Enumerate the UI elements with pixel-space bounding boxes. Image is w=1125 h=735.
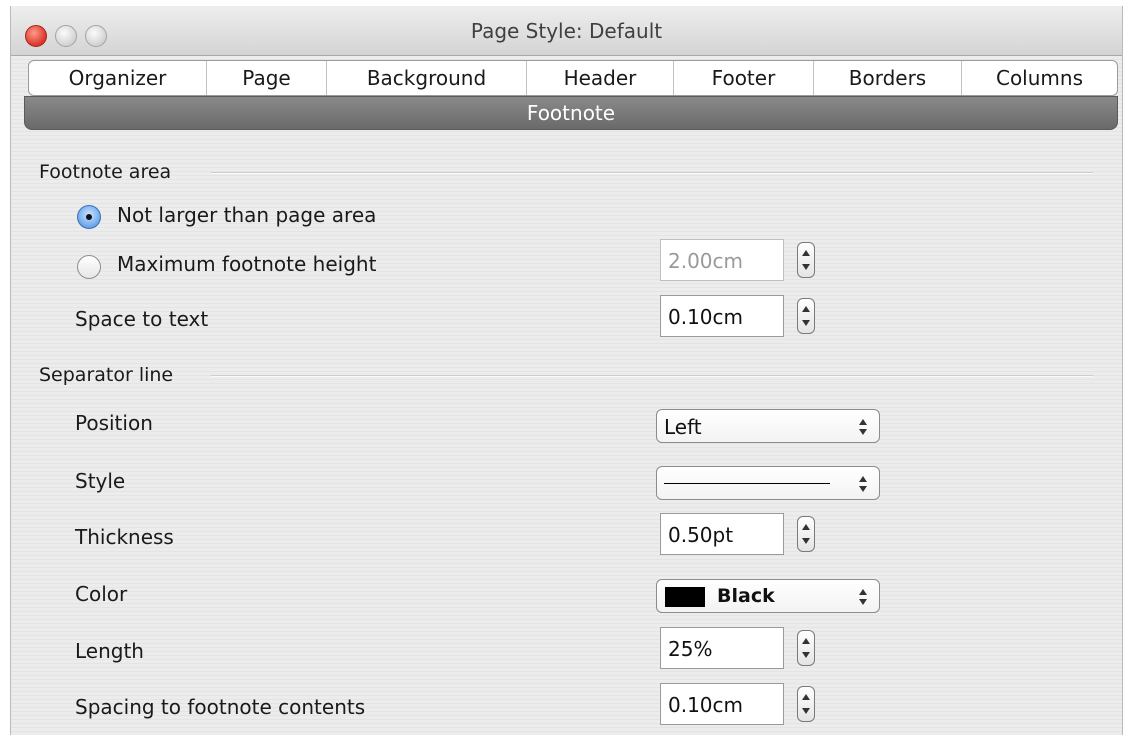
dialog-content: Organizer Page Background Header Footer …	[11, 56, 1122, 735]
tab-organizer[interactable]: Organizer	[29, 61, 207, 95]
stepper-down-icon[interactable]	[802, 652, 810, 658]
color-label: Color	[75, 582, 128, 606]
stepper-down-icon[interactable]	[802, 264, 810, 270]
footnote-area-heading: Footnote area	[39, 161, 172, 183]
position-label: Position	[75, 411, 153, 435]
max-height-label[interactable]: Maximum footnote height	[117, 252, 376, 276]
tab-footer[interactable]: Footer	[674, 61, 814, 95]
style-select[interactable]	[656, 466, 880, 500]
not-larger-label[interactable]: Not larger than page area	[117, 203, 376, 227]
tab-borders[interactable]: Borders	[814, 61, 962, 95]
page-style-dialog: Page Style: Default Organizer Page Backg…	[10, 6, 1123, 735]
tab-header[interactable]: Header	[527, 61, 674, 95]
position-select[interactable]: Left	[656, 409, 880, 443]
space-to-text-label: Space to text	[75, 307, 209, 331]
chevron-up-down-icon	[859, 418, 867, 436]
space-to-text-field[interactable]: 0.10cm	[660, 295, 784, 337]
spacing-stepper[interactable]	[797, 686, 815, 722]
length-field[interactable]: 25%	[660, 627, 784, 669]
thickness-stepper[interactable]	[797, 516, 815, 552]
not-larger-radio[interactable]	[77, 205, 101, 229]
stepper-up-icon[interactable]	[802, 250, 810, 256]
window-title: Page Style: Default	[470, 19, 663, 43]
tab-footnote[interactable]: Footnote	[24, 96, 1118, 130]
color-value: Black	[717, 585, 775, 607]
length-stepper[interactable]	[797, 630, 815, 666]
max-height-stepper[interactable]	[797, 242, 815, 278]
thickness-field[interactable]: 0.50pt	[660, 513, 784, 555]
solid-line-sample	[664, 483, 830, 484]
stepper-down-icon[interactable]	[802, 538, 810, 544]
chevron-up-down-icon	[859, 588, 867, 606]
separator-line-heading: Separator line	[39, 364, 174, 386]
stepper-down-icon[interactable]	[802, 708, 810, 714]
tab-page[interactable]: Page	[207, 61, 327, 95]
stepper-up-icon[interactable]	[802, 306, 810, 312]
space-to-text-stepper[interactable]	[797, 298, 815, 334]
position-value: Left	[664, 415, 702, 439]
stepper-up-icon[interactable]	[802, 524, 810, 530]
stepper-up-icon[interactable]	[802, 638, 810, 644]
chevron-up-down-icon	[859, 475, 867, 493]
separator-line-divider	[211, 375, 1093, 377]
spacing-label: Spacing to footnote contents	[75, 695, 366, 719]
stepper-up-icon[interactable]	[802, 694, 810, 700]
max-height-field[interactable]: 2.00cm	[660, 239, 784, 281]
tab-columns[interactable]: Columns	[962, 61, 1117, 95]
spacing-field[interactable]: 0.10cm	[660, 683, 784, 725]
tab-bar: Organizer Page Background Header Footer …	[28, 60, 1118, 96]
footnote-area-divider	[211, 172, 1093, 174]
max-height-radio[interactable]	[77, 255, 101, 279]
color-select[interactable]: Black	[656, 579, 880, 613]
title-bar[interactable]: Page Style: Default	[11, 6, 1122, 56]
thickness-label: Thickness	[75, 525, 174, 549]
style-label: Style	[75, 469, 126, 493]
length-label: Length	[75, 639, 144, 663]
color-swatch	[665, 587, 705, 607]
stepper-down-icon[interactable]	[802, 320, 810, 326]
tab-background[interactable]: Background	[327, 61, 527, 95]
